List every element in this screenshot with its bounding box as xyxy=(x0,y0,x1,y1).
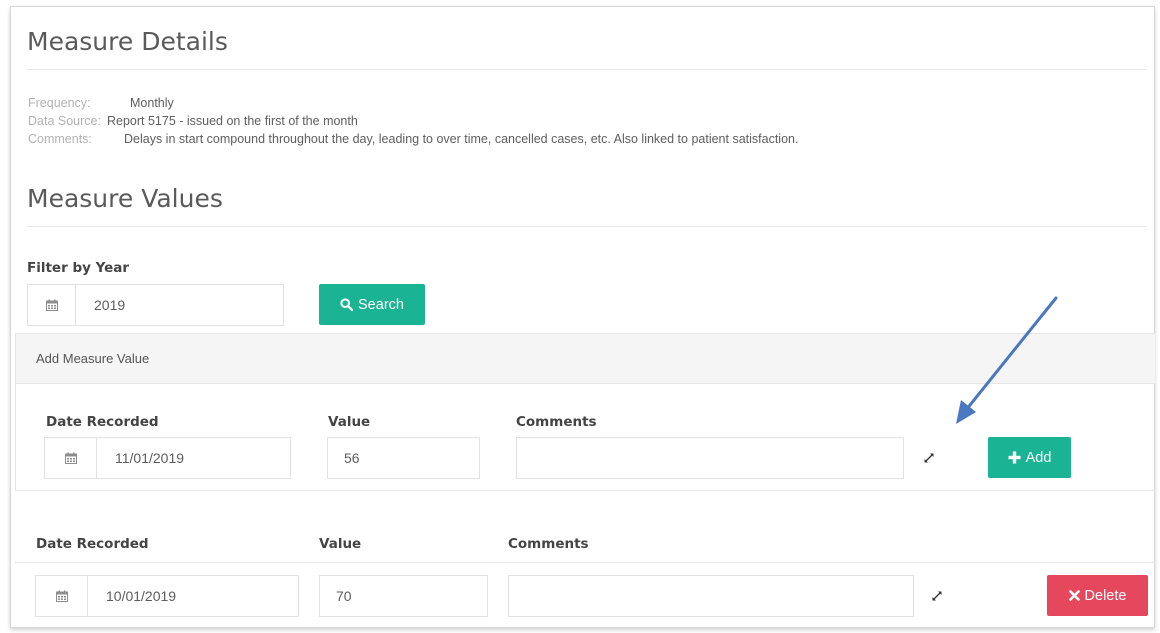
add-button-label: Add xyxy=(1025,449,1052,466)
comments-row: Comments: Delays in start compound throu… xyxy=(28,130,798,148)
details-divider xyxy=(27,69,1147,70)
annotation-arrow xyxy=(956,296,1058,424)
frequency-label: Frequency: xyxy=(28,96,91,110)
add-value-input[interactable]: 56 xyxy=(327,437,480,479)
frequency-value: Monthly xyxy=(130,96,174,110)
add-date-recorded-label: Date Recorded xyxy=(46,414,159,430)
record-comments-input[interactable] xyxy=(508,575,914,617)
data-source-label: Data Source: xyxy=(28,114,101,128)
expand-icon[interactable] xyxy=(922,451,936,465)
plus-icon xyxy=(1008,451,1021,464)
record-date-input[interactable]: 10/01/2019 xyxy=(35,575,299,617)
records-value-header: Value xyxy=(319,536,362,552)
add-comments-input[interactable] xyxy=(516,437,904,479)
measure-details-list: Frequency: Monthly Data Source: Report 5… xyxy=(28,94,798,148)
filter-year-input[interactable]: 2019 xyxy=(27,284,284,326)
data-source-value: Report 5175 - issued on the first of the… xyxy=(106,114,358,128)
measure-details-title: Measure Details xyxy=(27,27,228,56)
comments-value: Delays in start compound throughout the … xyxy=(124,132,799,146)
calendar-icon xyxy=(45,438,97,478)
measure-values-title: Measure Values xyxy=(27,184,223,213)
records-comments-header: Comments xyxy=(508,536,589,552)
search-icon xyxy=(340,298,354,311)
filter-year-value: 2019 xyxy=(94,297,126,313)
filter-by-year-label: Filter by Year xyxy=(27,260,130,276)
add-comments-label: Comments xyxy=(516,414,597,430)
add-date-recorded-value: 11/01/2019 xyxy=(115,450,185,466)
delete-button-label: Delete xyxy=(1084,587,1127,604)
search-button-label: Search xyxy=(358,296,404,313)
add-value-label: Value xyxy=(328,414,371,430)
values-divider xyxy=(27,226,1147,227)
calendar-icon xyxy=(28,285,76,325)
frequency-row: Frequency: Monthly xyxy=(28,94,798,112)
times-icon xyxy=(1068,590,1080,601)
expand-icon[interactable] xyxy=(930,589,944,603)
records-date-recorded-header: Date Recorded xyxy=(36,536,149,552)
add-button[interactable]: Add xyxy=(988,437,1071,478)
data-source-row: Data Source: Report 5175 - issued on the… xyxy=(28,112,798,130)
records-divider xyxy=(15,562,1155,563)
comments-label: Comments: xyxy=(28,132,92,146)
record-date-value: 10/01/2019 xyxy=(106,588,177,604)
delete-button[interactable]: Delete xyxy=(1047,575,1148,616)
record-value-input[interactable]: 70 xyxy=(319,575,488,617)
calendar-icon xyxy=(36,576,88,616)
search-button[interactable]: Search xyxy=(319,284,425,325)
add-date-recorded-input[interactable]: 11/01/2019 xyxy=(44,437,291,479)
